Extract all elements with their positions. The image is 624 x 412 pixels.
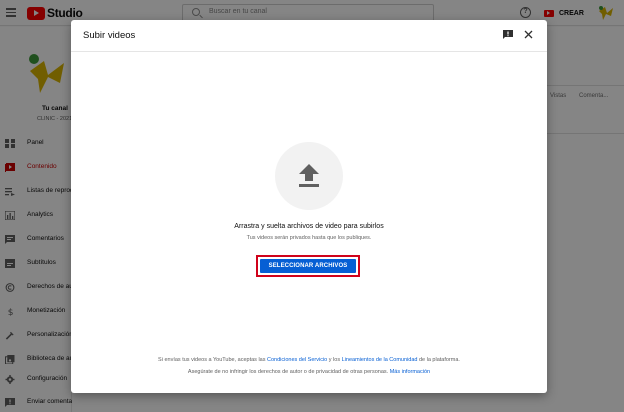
- upload-drop-zone[interactable]: [275, 142, 343, 210]
- terms-notice: Si envías tus videos a YouTube, aceptas …: [71, 357, 547, 363]
- dialog-title: Subir videos: [83, 30, 136, 41]
- terms-of-service-link[interactable]: Condiciones del Servicio: [267, 357, 327, 363]
- feedback-icon[interactable]: [503, 30, 513, 39]
- privacy-note: Tus videos serán privados hasta que los …: [246, 235, 372, 241]
- upload-dialog: Subir videos Arrastra y suelta archivos …: [71, 20, 547, 393]
- terms-text: de la plataforma.: [417, 357, 460, 363]
- close-icon[interactable]: [524, 30, 533, 39]
- terms-text: Si envías tus videos a YouTube, aceptas …: [158, 357, 267, 363]
- drop-instructions: Arrastra y suelta archivos de video para…: [234, 223, 384, 230]
- select-files-button[interactable]: SELECCIONAR ARCHIVOS: [260, 259, 356, 273]
- copyright-text: Asegúrate de no infringir los derechos d…: [187, 369, 390, 375]
- community-guidelines-link[interactable]: Lineamientos de la Comunidad: [342, 357, 418, 363]
- dialog-header: Subir videos: [71, 20, 547, 52]
- copyright-notice: Asegúrate de no infringir los derechos d…: [71, 369, 547, 375]
- upload-arrow-icon: [299, 164, 319, 187]
- terms-text: y los: [327, 357, 342, 363]
- select-files-highlight: SELECCIONAR ARCHIVOS: [256, 255, 360, 277]
- learn-more-link[interactable]: Más información: [390, 369, 430, 375]
